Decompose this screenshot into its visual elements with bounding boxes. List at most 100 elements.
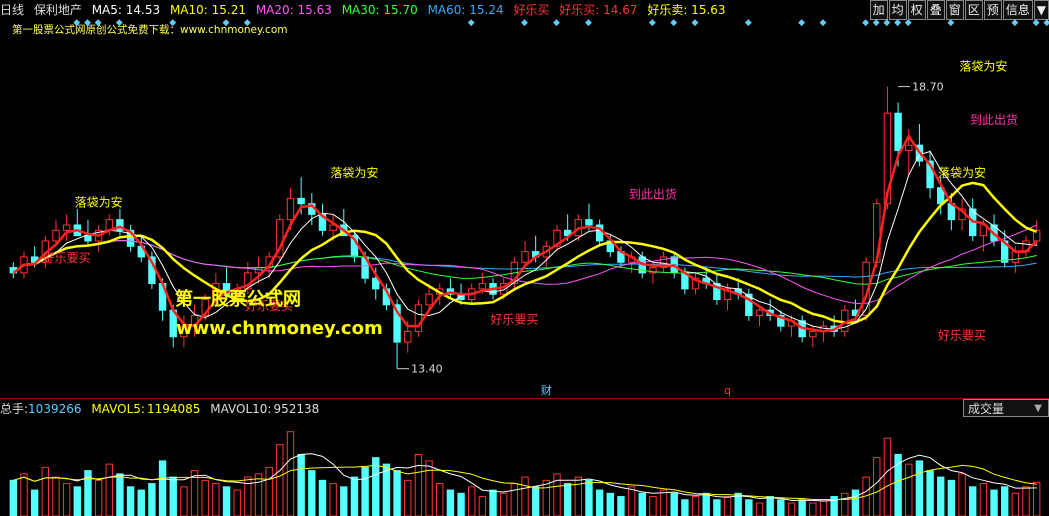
volume-indicator-label: 成交量 bbox=[968, 402, 1005, 416]
volume-bar bbox=[777, 499, 785, 516]
volume-bar bbox=[233, 489, 241, 516]
watermark-url: www.chnmoney.com bbox=[176, 318, 383, 339]
volume-bar bbox=[478, 496, 487, 516]
volume-bar bbox=[9, 479, 18, 516]
volume-bar bbox=[52, 476, 60, 516]
diamond-icon: ◆ bbox=[947, 18, 955, 28]
candle-body bbox=[1011, 251, 1020, 263]
mavol5-label: MAVOL5: bbox=[91, 402, 145, 416]
candle bbox=[926, 150, 934, 199]
candle bbox=[659, 251, 668, 273]
volume-bar bbox=[883, 437, 892, 516]
toolbar-add-button[interactable]: 加 bbox=[869, 0, 888, 20]
candle-body bbox=[62, 224, 71, 231]
diamond-icon: ◆ bbox=[73, 18, 81, 28]
signal-annotation: 好乐要买 bbox=[490, 312, 538, 326]
indicator-ma60: MA60: 15.24 bbox=[427, 3, 504, 17]
toolbar-info-button[interactable]: 信息 bbox=[1002, 0, 1033, 20]
volume-bar bbox=[595, 489, 604, 516]
volume-bar bbox=[169, 476, 177, 516]
volume-bar bbox=[531, 486, 540, 516]
diamond-icon: ◆ bbox=[552, 18, 560, 28]
toolbar-rights-button[interactable]: 权 bbox=[907, 0, 926, 20]
signal-annotation: 好乐要买 bbox=[938, 328, 986, 342]
mavol5-value: 1194085 bbox=[146, 402, 201, 416]
volume-bar bbox=[691, 496, 700, 516]
candle bbox=[595, 219, 604, 247]
volume-bar bbox=[137, 489, 145, 516]
volume-bar bbox=[308, 470, 316, 516]
mavol10-label: MAVOL10: bbox=[210, 402, 272, 416]
diamond-icon: ◆ bbox=[894, 18, 901, 28]
indicator-buy-name: 好乐买 bbox=[513, 3, 550, 17]
candle-body bbox=[414, 304, 423, 332]
volume-bar bbox=[158, 460, 167, 516]
toolbar-average-button[interactable]: 均 bbox=[888, 0, 907, 20]
volume-bar bbox=[606, 492, 614, 516]
candle bbox=[553, 224, 561, 252]
volume-bar bbox=[798, 499, 806, 516]
volume-bar bbox=[819, 499, 828, 516]
diamond-icon: ◆ bbox=[243, 18, 251, 28]
volume-bar bbox=[1011, 492, 1020, 516]
volume-bar bbox=[649, 496, 657, 516]
stock-name: 保利地产 bbox=[33, 3, 82, 17]
signal-annotation: 到此出货 bbox=[970, 112, 1018, 127]
volume-bar bbox=[873, 457, 881, 516]
volume-header: 总手:1039266 MAVOL5: 1194085 MAVOL10: 952138 bbox=[0, 400, 960, 418]
diamond-icon: ◆ bbox=[115, 18, 123, 28]
diamond-icon: ◆ bbox=[798, 18, 806, 28]
candle bbox=[691, 272, 700, 295]
volume-bar bbox=[499, 492, 508, 516]
volume-bar bbox=[713, 499, 721, 516]
toolbar-dropdown-icon[interactable]: ▼ bbox=[1033, 0, 1049, 20]
diamond-icon: ◆ bbox=[467, 18, 475, 28]
period-label[interactable]: 日线 bbox=[0, 3, 24, 17]
candle-body bbox=[905, 144, 913, 151]
volume-chart[interactable] bbox=[0, 418, 1049, 516]
volume-bar bbox=[404, 479, 412, 516]
candle-body bbox=[809, 330, 817, 338]
volume-bar bbox=[222, 486, 231, 516]
candle bbox=[766, 299, 774, 321]
candle-body bbox=[425, 293, 433, 306]
signal-annotation: 落袋为安 bbox=[959, 59, 1007, 74]
toolbar-range-button[interactable]: 区 bbox=[964, 0, 983, 20]
toolbar-window-button[interactable]: 窗 bbox=[945, 0, 964, 20]
indicator-ma10: MA10: 15.21 bbox=[169, 3, 246, 17]
volume-total-value: 1039266 bbox=[28, 402, 82, 416]
toolbar-overlay-button[interactable]: 叠 bbox=[926, 0, 945, 20]
candle-body bbox=[755, 309, 764, 316]
candle-body bbox=[84, 235, 92, 242]
diamond-icon: ◆ bbox=[83, 18, 91, 28]
candle bbox=[126, 224, 135, 252]
panel-divider bbox=[0, 398, 1049, 399]
volume-bar bbox=[638, 492, 646, 516]
volume-bar bbox=[990, 489, 998, 516]
volume-bar bbox=[30, 489, 39, 516]
volume-bar bbox=[1000, 486, 1009, 516]
volume-bar bbox=[20, 473, 28, 516]
candle-body bbox=[297, 197, 305, 205]
volume-bar bbox=[297, 453, 305, 516]
volume-bar bbox=[947, 479, 956, 516]
volume-bar bbox=[361, 466, 369, 516]
volume-bar bbox=[393, 470, 401, 516]
volume-bar bbox=[457, 492, 465, 516]
volume-bar bbox=[926, 470, 934, 516]
watermark-title: 第一股票公式网 bbox=[175, 289, 301, 310]
price-chart[interactable]: 落袋为安好乐要买好乐要买落袋为安到此出货好乐要买好乐要买落袋为安到此出货落袋为安… bbox=[0, 36, 1049, 398]
volume-bar bbox=[436, 483, 444, 516]
indicator-ma20: MA20: 15.63 bbox=[255, 3, 332, 17]
diamond-icon: ◆ bbox=[691, 18, 699, 28]
candle bbox=[62, 214, 71, 241]
candle bbox=[318, 203, 327, 236]
candle-body bbox=[521, 251, 529, 263]
candle-body bbox=[478, 283, 487, 290]
toolbar-preview-button[interactable]: 预 bbox=[983, 0, 1002, 20]
ma5-line bbox=[13, 150, 1037, 330]
volume-bar bbox=[510, 483, 519, 516]
diamond-icon: ◆ bbox=[521, 18, 528, 28]
volume-indicator-select[interactable]: 成交量 ▼ bbox=[963, 399, 1049, 417]
indicator-sell: 好乐卖: 15.63 bbox=[647, 3, 726, 17]
